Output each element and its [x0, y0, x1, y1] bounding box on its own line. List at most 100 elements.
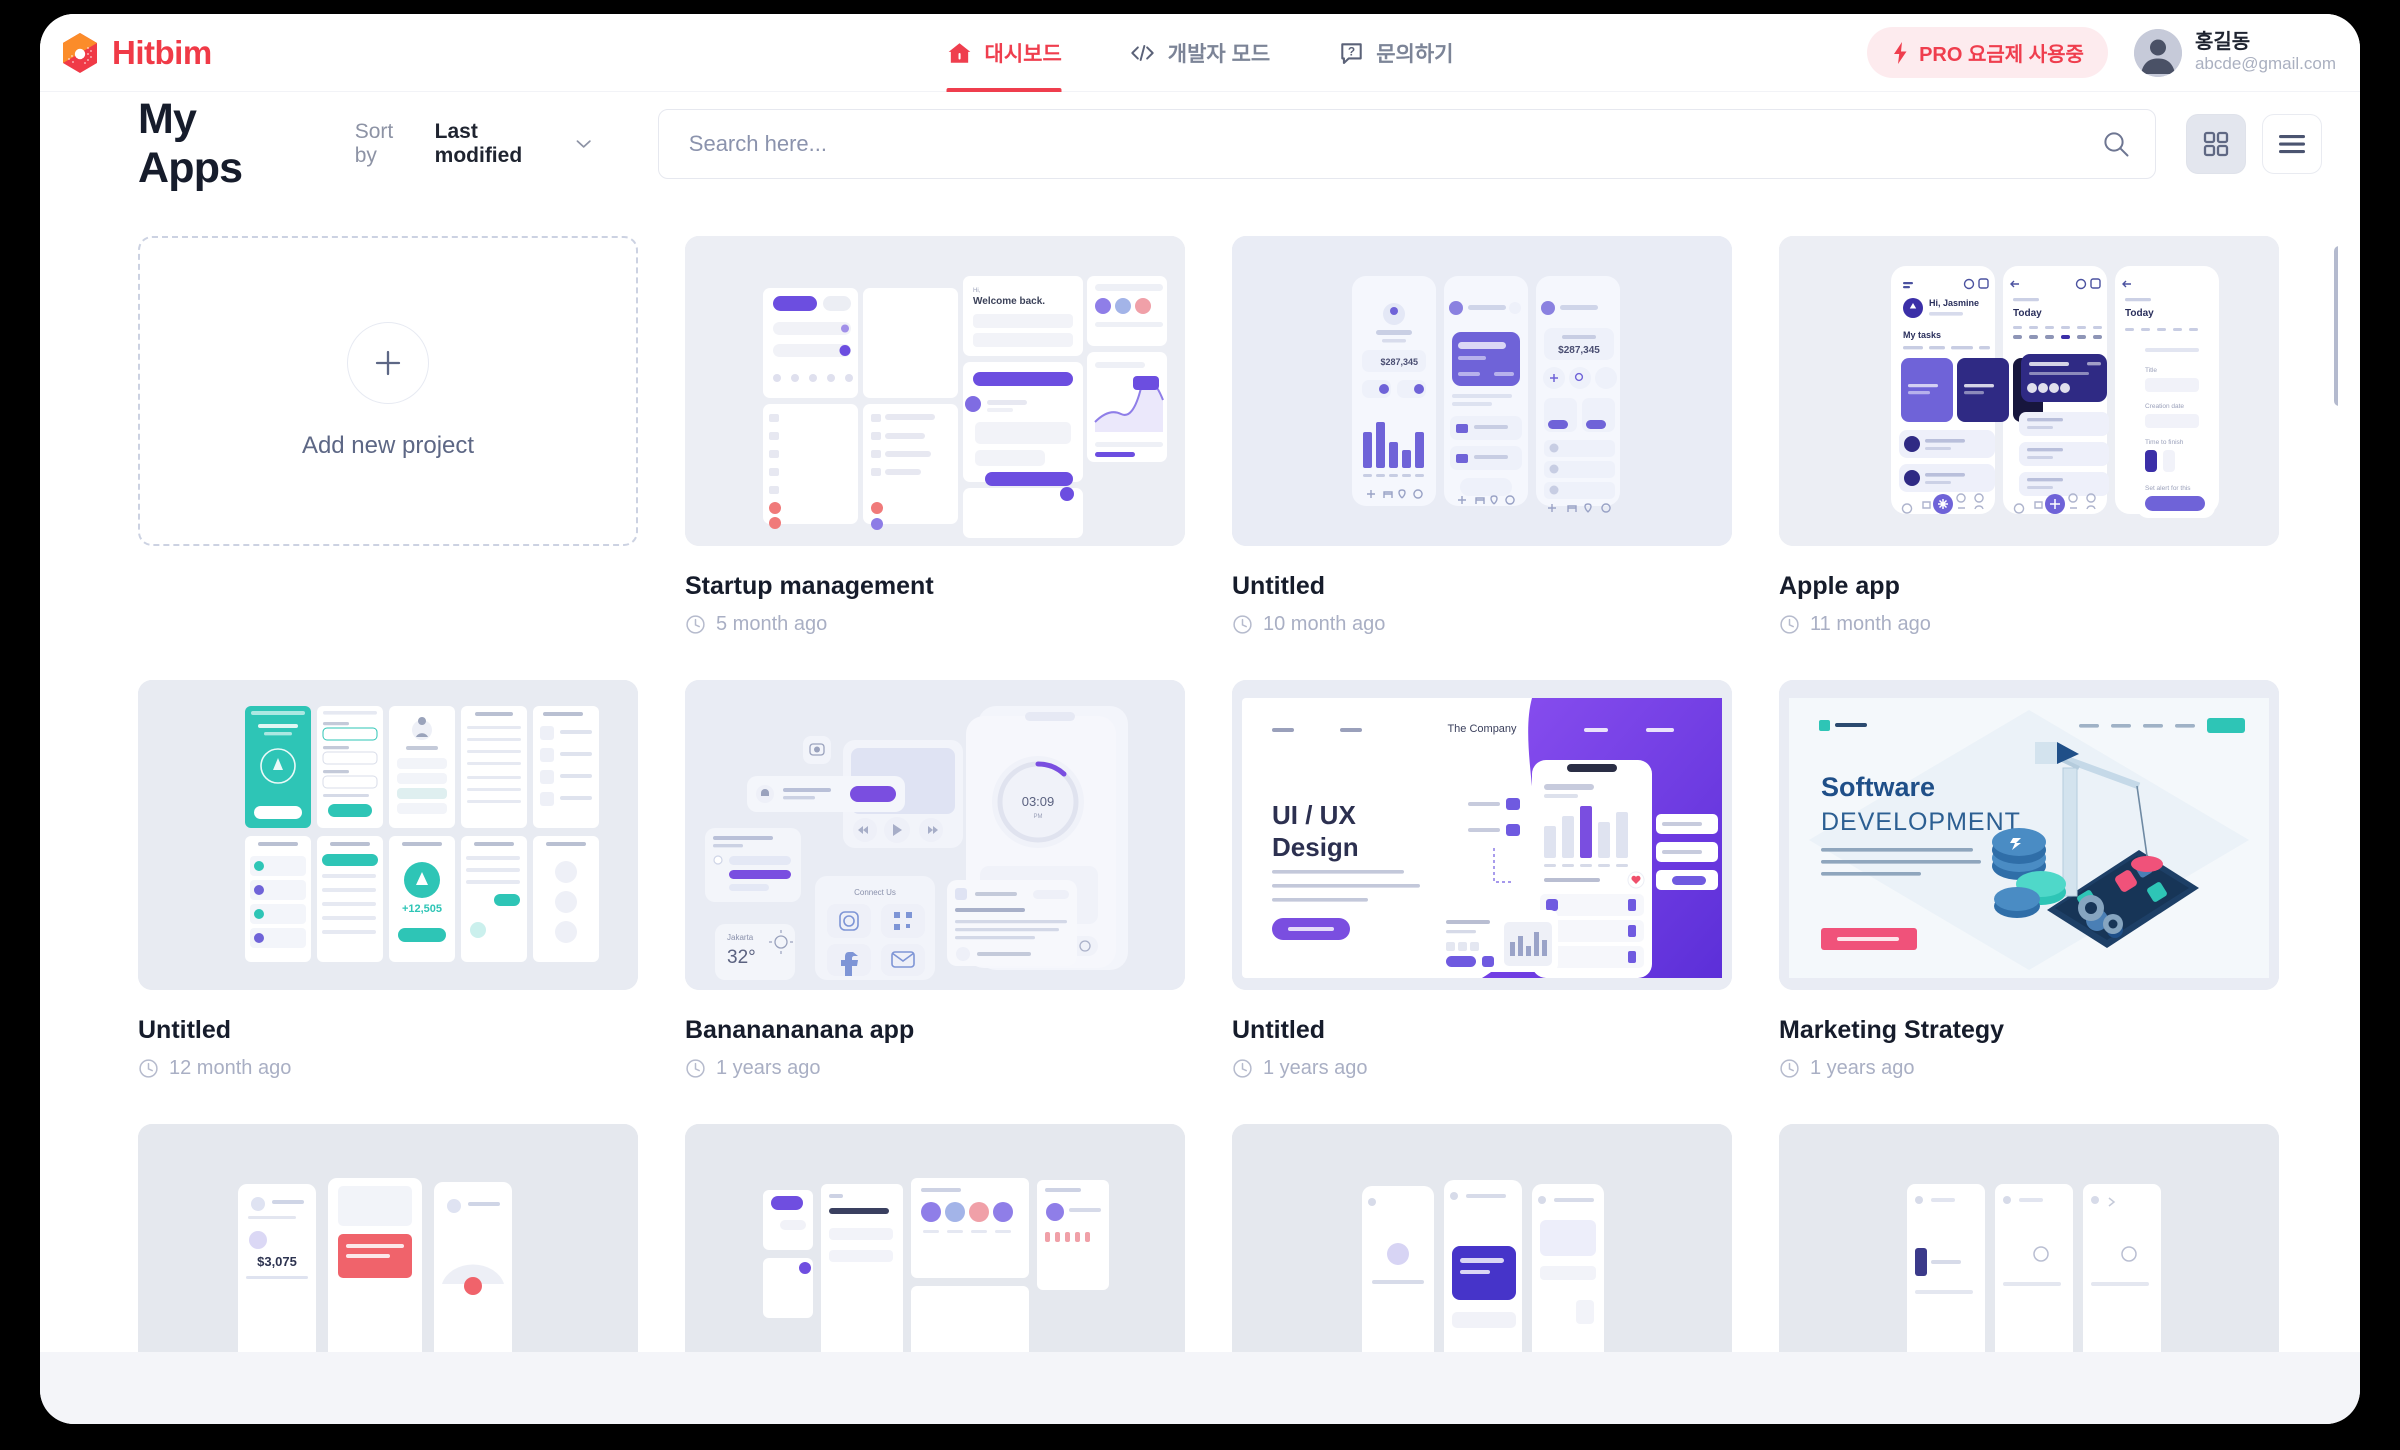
clock-icon [1233, 1059, 1252, 1078]
svg-text:Connect Us: Connect Us [854, 888, 896, 897]
search-bar [657, 109, 2156, 179]
hitbim-hexagon-logo-icon [63, 32, 97, 73]
page-title: My Apps [138, 95, 243, 192]
svg-text:Creation date: Creation date [2145, 403, 2184, 410]
sort-by-label: Sort by [354, 120, 394, 167]
project-modified: 1 years ago [1779, 1057, 2279, 1080]
clock-icon [1780, 1059, 1799, 1078]
sort-control: Sort by Last modified [355, 120, 592, 168]
thumb-software-2: DEVELOPMENT [1821, 808, 2021, 836]
code-icon [1131, 44, 1154, 61]
nav-item-dashboard[interactable]: 대시보드 [946, 14, 1063, 92]
project-modified-label: 1 years ago [1263, 1057, 1368, 1079]
question-chat-icon: ? [1340, 42, 1362, 64]
project-title: Bananananana app [685, 1016, 915, 1044]
svg-text:Hi, Jasmine: Hi, Jasmine [1929, 298, 1979, 308]
project-card[interactable]: +12,505 Untitled 12 month ago [138, 680, 638, 1080]
project-title: Untitled [138, 1016, 232, 1044]
add-new-project-dropzone[interactable]: Add new project [138, 236, 638, 546]
project-card[interactable]: Hi, Welcome back. Startup management 5 m… [685, 236, 1185, 636]
nav-item-label: 대시보드 [984, 42, 1062, 66]
main-nav: 대시보드 개발자 모드 ? 문의하기 [946, 14, 1454, 92]
project-thumbnail: +12,505 [138, 680, 638, 990]
svg-text:Set alert for this: Set alert for this [2145, 485, 2191, 492]
vertical-scrollbar[interactable] [2334, 240, 2338, 1424]
top-navigation-bar: Hitbim 대시보드 개발자 모드 ? 문의하기 PRO 요금제 사용중 홍길… [40, 14, 2360, 92]
project-thumbnail: Hi, Welcome back. [685, 236, 1185, 546]
svg-text:Welcome back.: Welcome back. [973, 296, 1045, 307]
pro-plan-label: PRO 요금제 사용중 [1919, 44, 2084, 66]
svg-text:Hi,: Hi, [973, 288, 981, 294]
add-circle [347, 322, 429, 404]
project-modified: 10 month ago [1232, 613, 1732, 636]
search-icon[interactable] [2102, 130, 2130, 158]
project-title: Untitled [1232, 1016, 1326, 1044]
project-modified-label: 1 years ago [716, 1057, 821, 1079]
search-input[interactable] [657, 109, 2156, 179]
clock-icon [139, 1059, 158, 1078]
thumb-weather-city: Jakarta [727, 933, 754, 942]
brand-name: Hitbim [112, 33, 212, 71]
topbar-right-group: PRO 요금제 사용중 홍길동 abcde@gmail.com [1867, 27, 2336, 78]
project-card[interactable]: $287,345 $287,345 Untitled 10 month ago [1232, 236, 1732, 636]
user-email: abcde@gmail.com [2194, 54, 2336, 74]
thumb-company: The Company [1447, 723, 1517, 735]
svg-text:PM: PM [1034, 814, 1043, 820]
project-card[interactable]: The Company UI / UX Design Untitled 1 ye… [1232, 680, 1732, 1080]
project-thumbnail: 03:09 PM Jakarta 32° Connect Us [685, 680, 1185, 990]
sort-selected-value: Last modified [434, 120, 523, 167]
project-title: Marketing Strategy [1779, 1016, 2005, 1044]
project-card[interactable]: 03:09 PM Jakarta 32° Connect Us Bananana… [685, 680, 1185, 1080]
project-modified-label: 1 years ago [1810, 1057, 1915, 1079]
list-view-icon [2279, 135, 2305, 154]
svg-text:$3,075: $3,075 [257, 1254, 297, 1269]
svg-text:Today: Today [2013, 308, 2042, 319]
bolt-icon [1894, 41, 1907, 64]
project-modified-label: 11 month ago [1810, 613, 1931, 635]
project-modified-label: 10 month ago [1263, 613, 1386, 635]
nav-item-developer-mode[interactable]: 개발자 모드 [1130, 14, 1270, 92]
grid-view-button[interactable] [2186, 114, 2246, 174]
project-modified: 1 years ago [1232, 1057, 1732, 1080]
project-thumbnail: $287,345 $287,345 [1232, 236, 1732, 546]
list-view-button[interactable] [2262, 114, 2322, 174]
project-title: Untitled [1232, 572, 1326, 600]
brand-logo-group[interactable]: Hitbim [61, 32, 212, 74]
thumb-timer: 03:09 [1022, 794, 1055, 809]
sort-dropdown[interactable]: Last modified [435, 120, 592, 168]
thumb-uiux-1: UI / UX [1272, 800, 1356, 830]
projects-scroll-area[interactable]: Add new project Hi, Welcome back. Startu… [138, 200, 2338, 1424]
projects-grid: Add new project Hi, Welcome back. Startu… [138, 200, 2338, 1424]
avatar [2133, 28, 2182, 77]
grid-view-icon [2203, 131, 2229, 157]
project-title: Startup management [685, 572, 934, 600]
svg-text:?: ? [1348, 44, 1355, 58]
project-card[interactable]: Hi, Jasmine My tasks Today Today Title C… [1779, 236, 2279, 636]
add-new-project-card[interactable]: Add new project [138, 236, 638, 636]
add-new-project-label: Add new project [301, 432, 475, 459]
apps-toolbar: My Apps Sort by Last modified [40, 92, 2360, 196]
user-info: 홍길동 abcde@gmail.com [2195, 31, 2336, 75]
project-modified: 12 month ago [138, 1057, 638, 1080]
project-modified: 1 years ago [685, 1057, 1185, 1080]
clock-icon [686, 1059, 705, 1078]
pro-plan-badge[interactable]: PRO 요금제 사용중 [1867, 27, 2108, 78]
svg-text:My tasks: My tasks [1903, 330, 1941, 340]
user-menu[interactable]: 홍길동 abcde@gmail.com [2133, 28, 2336, 77]
nav-item-contact[interactable]: ? 문의하기 [1338, 14, 1454, 92]
clock-icon [1233, 615, 1252, 634]
chevron-down-icon [577, 140, 592, 148]
app-window: Hitbim 대시보드 개발자 모드 ? 문의하기 PRO 요금제 사용중 홍길… [40, 14, 2360, 1424]
project-modified-label: 12 month ago [169, 1057, 292, 1079]
scrollbar-thumb[interactable] [2334, 246, 2338, 406]
nav-item-label: 문의하기 [1376, 42, 1454, 66]
thumb-weather-temp: 32° [727, 947, 756, 968]
view-toggle-group [2186, 114, 2322, 174]
plus-icon [375, 350, 401, 376]
svg-text:Title: Title [2145, 367, 2157, 374]
thumb-software-1: Software [1821, 772, 1935, 802]
clock-icon [686, 615, 705, 634]
project-modified: 11 month ago [1779, 613, 2279, 636]
bottom-bar [40, 1352, 2360, 1424]
project-card[interactable]: Software DEVELOPMENT Marketing Strategy … [1779, 680, 2279, 1080]
